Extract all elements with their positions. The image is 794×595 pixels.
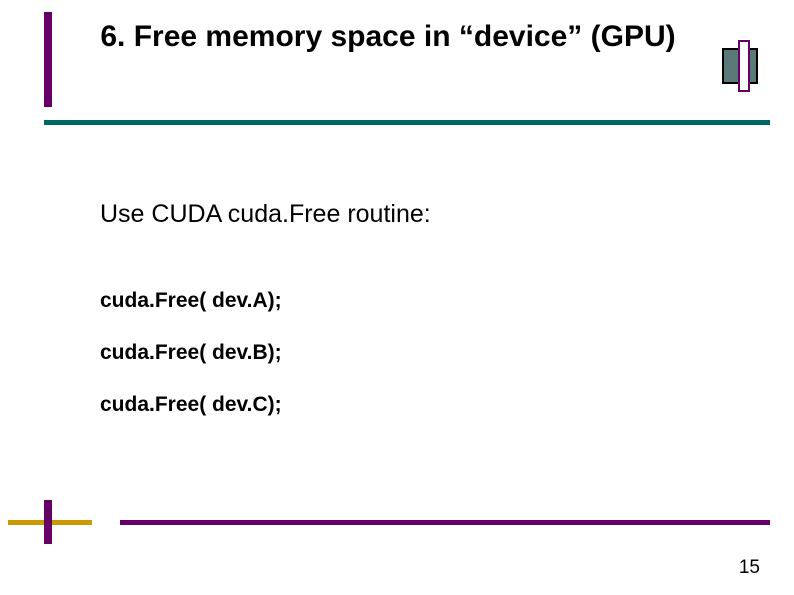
title-row: 6. Free memory space in “device” (GPU) xyxy=(0,12,794,107)
slide-title: 6. Free memory space in “device” (GPU) xyxy=(58,18,718,56)
code-line: cuda.Free( dev.B); xyxy=(100,341,700,365)
title-accent-bar xyxy=(44,12,52,107)
decor-front-rect xyxy=(738,40,750,92)
footer-rule xyxy=(120,520,770,525)
code-line: cuda.Free( dev.C); xyxy=(100,393,700,417)
slide: 6. Free memory space in “device” (GPU) U… xyxy=(0,0,794,595)
page-number: 15 xyxy=(739,557,760,579)
header: 6. Free memory space in “device” (GPU) xyxy=(0,0,794,107)
header-rule xyxy=(44,120,770,125)
decor-icon xyxy=(722,48,764,90)
footer-cross-vertical xyxy=(44,500,52,544)
body: Use CUDA cuda.Free routine: cuda.Free( d… xyxy=(100,200,700,445)
code-line: cuda.Free( dev.A); xyxy=(100,289,700,313)
intro-text: Use CUDA cuda.Free routine: xyxy=(100,200,700,229)
